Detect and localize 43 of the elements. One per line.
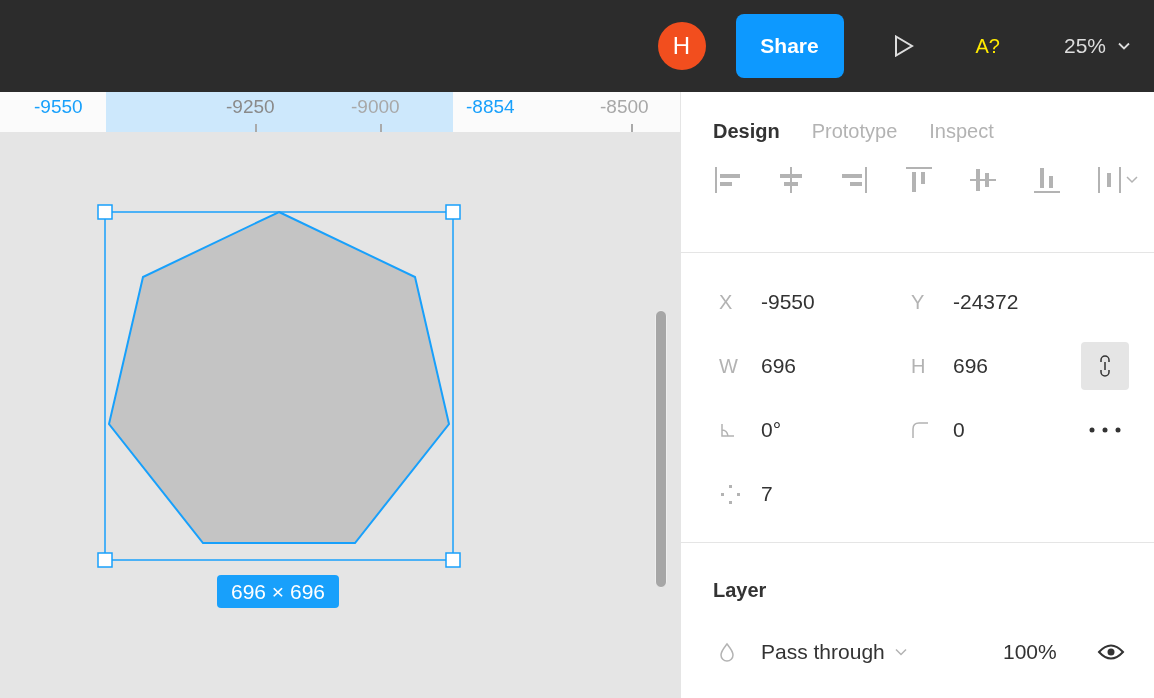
more-icon[interactable] [1089,427,1121,433]
ruler-label: -9000 [351,96,400,118]
property-value-field[interactable]: -24372 [953,290,1019,314]
property-value-field[interactable]: 696 [761,354,797,378]
chevron-down-icon [1118,42,1130,50]
ruler-label: -9250 [226,96,275,118]
dimension-label: 696 × 696 [217,575,339,608]
accessibility-check-button[interactable]: A? [975,34,1000,58]
property-value-field[interactable]: 696 [953,354,989,378]
scrollbar[interactable] [655,310,667,588]
corner-radius-icon [911,421,929,439]
play-icon[interactable] [893,35,914,57]
align-middle-icon[interactable] [969,166,997,194]
constrain-proportions-button[interactable] [1081,342,1129,390]
align-top-icon[interactable] [905,166,933,194]
align-center-icon[interactable] [777,166,805,194]
zoom-dropdown[interactable]: 25% [1063,34,1130,58]
property-value-field[interactable]: 0 [953,418,965,442]
layer-section-title: Layer [713,579,768,602]
property-label: X [718,290,734,314]
user-avatar[interactable]: H [657,22,706,70]
blend-mode-dropdown[interactable]: Pass through [761,640,1003,664]
align-right-icon[interactable] [841,166,869,194]
align-bottom-icon[interactable] [1033,166,1061,194]
eye-icon[interactable] [1096,643,1125,661]
property-value-field[interactable]: 7 [761,482,773,506]
dotted-polygon-icon [719,483,741,505]
property-label: H [910,354,927,378]
property-value-field[interactable]: -9550 [761,290,815,314]
angle-icon [719,422,735,438]
property-label: Y [910,290,926,314]
chevron-down-icon [894,648,907,656]
distribute-icon[interactable] [1097,166,1141,194]
property-label: W [718,354,739,378]
property-value-field[interactable]: 0° [761,418,782,442]
ruler-label: -8854 [466,96,515,118]
opacity-field[interactable]: 100% [1003,640,1057,664]
drop-icon [719,642,735,662]
ruler-label: -9550 [34,96,83,118]
ruler-label: -8500 [600,96,649,118]
panel-tab[interactable]: Design [713,120,780,148]
link-icon [1098,354,1112,378]
align-left-icon[interactable] [713,166,741,194]
